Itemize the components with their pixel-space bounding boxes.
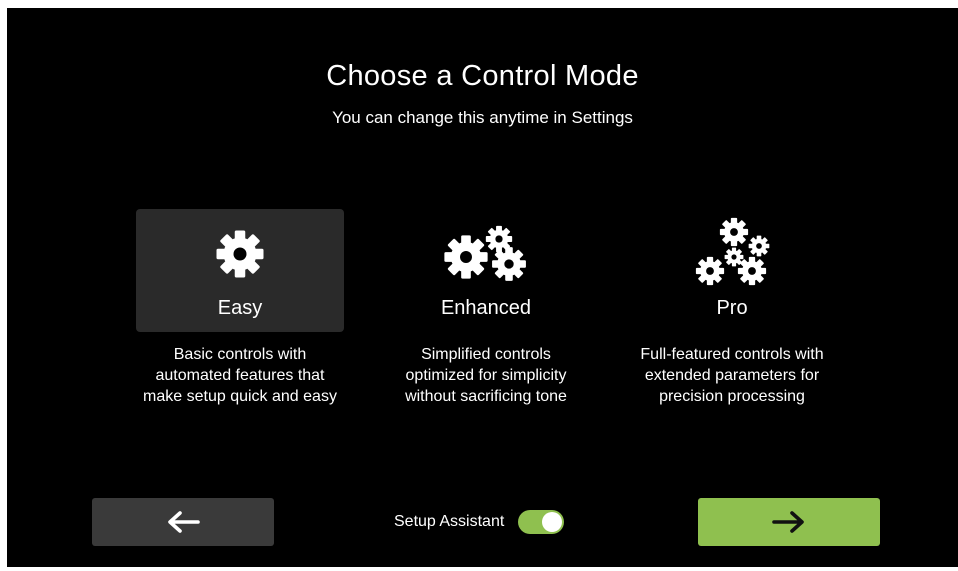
mode-label-easy: Easy [217, 297, 263, 319]
arrow-left-icon [168, 511, 200, 533]
description-line: automated features that [155, 367, 325, 384]
multi-gears-icon [628, 209, 836, 289]
setup-assistant-toggle[interactable] [518, 510, 565, 534]
mode-card-pro[interactable]: Pro [628, 209, 836, 332]
toggle-knob [542, 512, 563, 532]
arrow-right-icon [772, 511, 804, 533]
description-line: extended parameters for [644, 367, 820, 384]
setup-assistant-label: Setup Assistant [394, 513, 505, 530]
description-line: precision processing [659, 388, 805, 405]
description-line: make setup quick and easy [143, 388, 337, 405]
description-line: Simplified controls [421, 346, 551, 363]
mode-label-pro: Pro [716, 297, 748, 319]
description-line: optimized for simplicity [405, 367, 567, 384]
setup-assistant-control: Setup Assistant [394, 509, 565, 535]
page-subtitle: You can change this anytime in Settings [332, 108, 633, 127]
two-gears-icon [382, 223, 590, 285]
page-title: Choose a Control Mode [326, 60, 639, 92]
control-mode-screen: Choose a Control Mode You can change thi… [7, 8, 958, 567]
single-gear-icon [136, 223, 344, 285]
mode-description-pro: Full-featured controls with extended par… [607, 344, 857, 407]
mode-description-enhanced: Simplified controls optimized for simpli… [361, 344, 611, 407]
mode-card-easy[interactable]: Easy [136, 209, 344, 332]
description-line: Full-featured controls with [640, 346, 824, 363]
description-line: without sacrificing tone [405, 388, 567, 405]
back-button[interactable] [92, 498, 274, 546]
mode-card-enhanced[interactable]: Enhanced [382, 209, 590, 332]
mode-label-enhanced: Enhanced [440, 297, 532, 319]
mode-description-easy: Basic controls with automated features t… [115, 344, 365, 407]
description-line: Basic controls with [173, 346, 307, 363]
next-button[interactable] [698, 498, 880, 546]
